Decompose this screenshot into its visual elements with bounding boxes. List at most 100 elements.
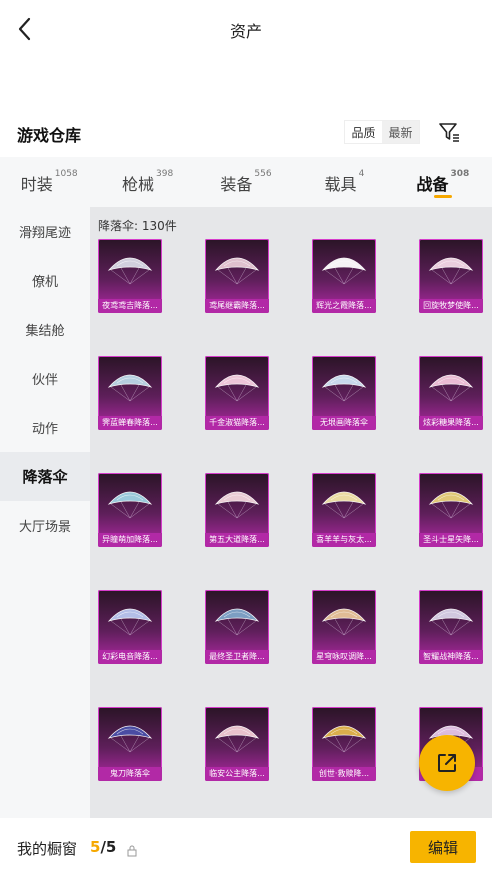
item-name-label: 圣斗士星矢降...: [419, 533, 483, 547]
tab-count: 4: [358, 169, 365, 179]
item-name-label: 辉光之霞降落...: [312, 299, 376, 313]
parachute-item-card[interactable]: 千金淑猫降落...: [205, 356, 269, 430]
filter-button[interactable]: [437, 120, 461, 144]
parachute-icon: [211, 245, 263, 291]
edit-button[interactable]: 编辑: [410, 831, 476, 863]
parachute-item-card[interactable]: 幻彩电音降落...: [98, 590, 162, 664]
subnav-parachute[interactable]: 降落伞: [0, 452, 90, 501]
item-name-label: 喜羊羊与灰太...: [312, 533, 376, 547]
item-name-label: 星穹咏叹调降...: [312, 650, 376, 664]
showcase-label: 我的橱窗: [17, 840, 78, 858]
item-name-label: 幻彩电音降落...: [98, 650, 162, 664]
parachute-item-card[interactable]: 鸢尾继霸降落...: [205, 239, 269, 313]
top-bar: 资产: [0, 0, 492, 58]
external-link-icon: [438, 754, 456, 772]
parachute-icon: [318, 713, 370, 759]
item-name-label: 无垠画降落伞: [312, 416, 376, 430]
parachute-icon: [425, 596, 477, 642]
subnav-emote[interactable]: 动作: [0, 403, 90, 452]
tab-fashion[interactable]: 时装 1058: [0, 157, 98, 207]
showcase-count-total: /5: [100, 838, 117, 856]
parachute-item-card[interactable]: 喜羊羊与灰太...: [312, 473, 376, 547]
item-name-label: 回旋牧梦使降...: [419, 299, 483, 313]
parachute-icon: [425, 479, 477, 525]
item-panel: 降落伞: 130件 夜鸢鸢吉降落... 鸢尾继霸降落... 辉光之霞降落... 回旋牧…: [90, 207, 492, 818]
tab-count: 308: [450, 169, 470, 179]
parachute-item-card[interactable]: 夜鸢鸢吉降落...: [98, 239, 162, 313]
filter-icon: [439, 123, 459, 142]
sort-quality-button[interactable]: 品质: [345, 121, 382, 143]
parachute-icon: [425, 362, 477, 408]
tab-count: 556: [254, 169, 272, 179]
tab-vehicles[interactable]: 载具 4: [295, 157, 393, 207]
showcase-bar: 我的橱窗 5/5 编辑: [0, 818, 492, 876]
parachute-item-card[interactable]: 霁蓝蝉春降落...: [98, 356, 162, 430]
parachute-icon: [425, 245, 477, 291]
lock-icon: [127, 842, 137, 857]
sort-newest-button[interactable]: 最新: [382, 121, 419, 143]
item-name-label: 临安公主降落...: [205, 767, 269, 781]
showcase-count: 5/5: [90, 838, 116, 856]
tab-label: 战备: [416, 175, 449, 194]
parachute-item-card[interactable]: 无垠画降落伞: [312, 356, 376, 430]
item-name-label: 第五大道降落...: [205, 533, 269, 547]
subnav-rally-pod[interactable]: 集结舱: [0, 305, 90, 354]
sort-toggle: 品质 最新: [344, 120, 420, 144]
tab-label: 载具: [324, 175, 357, 194]
parachute-item-card[interactable]: 回旋牧梦使降...: [419, 239, 483, 313]
parachute-icon: [104, 596, 156, 642]
parachute-item-card[interactable]: 辉光之霞降落...: [312, 239, 376, 313]
parachute-icon: [318, 245, 370, 291]
tab-count: 1058: [54, 169, 78, 179]
tab-combat-gear[interactable]: 战备 308: [394, 157, 492, 207]
parachute-icon: [318, 596, 370, 642]
parachute-icon: [104, 245, 156, 291]
parachute-icon: [211, 479, 263, 525]
parachute-icon: [104, 479, 156, 525]
parachute-icon: [318, 479, 370, 525]
parachute-icon: [104, 362, 156, 408]
tab-equipment[interactable]: 装备 556: [197, 157, 295, 207]
item-name-label: 最终圣卫者降...: [205, 650, 269, 664]
tab-count: 398: [156, 169, 174, 179]
item-count-heading: 降落伞: 130件: [98, 219, 177, 233]
item-name-label: 夜鸢鸢吉降落...: [98, 299, 162, 313]
parachute-icon: [211, 713, 263, 759]
item-name-label: 千金淑猫降落...: [205, 416, 269, 430]
parachute-icon: [211, 362, 263, 408]
item-name-label: 鸢尾继霸降落...: [205, 299, 269, 313]
subnav-glide-trail[interactable]: 滑翔尾迹: [0, 207, 90, 256]
parachute-item-card[interactable]: 鬼刀降落伞: [98, 707, 162, 781]
page-title: 资产: [229, 22, 262, 41]
warehouse-title: 游戏仓库: [17, 126, 82, 145]
showcase-count-current: 5: [90, 838, 101, 856]
parachute-item-card[interactable]: 异瞳萌加降落...: [98, 473, 162, 547]
tab-weapons[interactable]: 枪械 398: [98, 157, 196, 207]
item-name-label: 异瞳萌加降落...: [98, 533, 162, 547]
item-name-label: 炫彩糖果降落...: [419, 416, 483, 430]
category-tabs: 时装 1058 枪械 398 装备 556 载具 4 战备 308: [0, 157, 492, 207]
parachute-item-card[interactable]: 星穹咏叹调降...: [312, 590, 376, 664]
parachute-item-card[interactable]: 智耀战神降落...: [419, 590, 483, 664]
parachute-icon: [318, 362, 370, 408]
item-name-label: 鬼刀降落伞: [98, 767, 162, 781]
tab-label: 装备: [220, 175, 253, 194]
parachute-icon: [211, 596, 263, 642]
parachute-item-card[interactable]: 最终圣卫者降...: [205, 590, 269, 664]
subnav-wingman[interactable]: 僚机: [0, 256, 90, 305]
share-button[interactable]: [419, 735, 475, 791]
tab-label: 枪械: [122, 175, 155, 194]
parachute-item-card[interactable]: 炫彩糖果降落...: [419, 356, 483, 430]
tab-label: 时装: [20, 175, 53, 194]
parachute-item-card[interactable]: 创世·救赎降...: [312, 707, 376, 781]
parachute-icon: [104, 713, 156, 759]
item-name-label: 智耀战神降落...: [419, 650, 483, 664]
parachute-item-card[interactable]: 圣斗士星矢降...: [419, 473, 483, 547]
parachute-item-card[interactable]: 临安公主降落...: [205, 707, 269, 781]
subnav-lobby-scene[interactable]: 大厅场景: [0, 501, 90, 550]
item-name-label: 霁蓝蝉春降落...: [98, 416, 162, 430]
parachute-item-card[interactable]: 第五大道降落...: [205, 473, 269, 547]
item-name-label: 创世·救赎降...: [312, 767, 376, 781]
subcategory-sidebar: 滑翔尾迹 僚机 集结舱 伙伴 动作 降落伞 大厅场景: [0, 207, 90, 818]
subnav-companion[interactable]: 伙伴: [0, 354, 90, 403]
